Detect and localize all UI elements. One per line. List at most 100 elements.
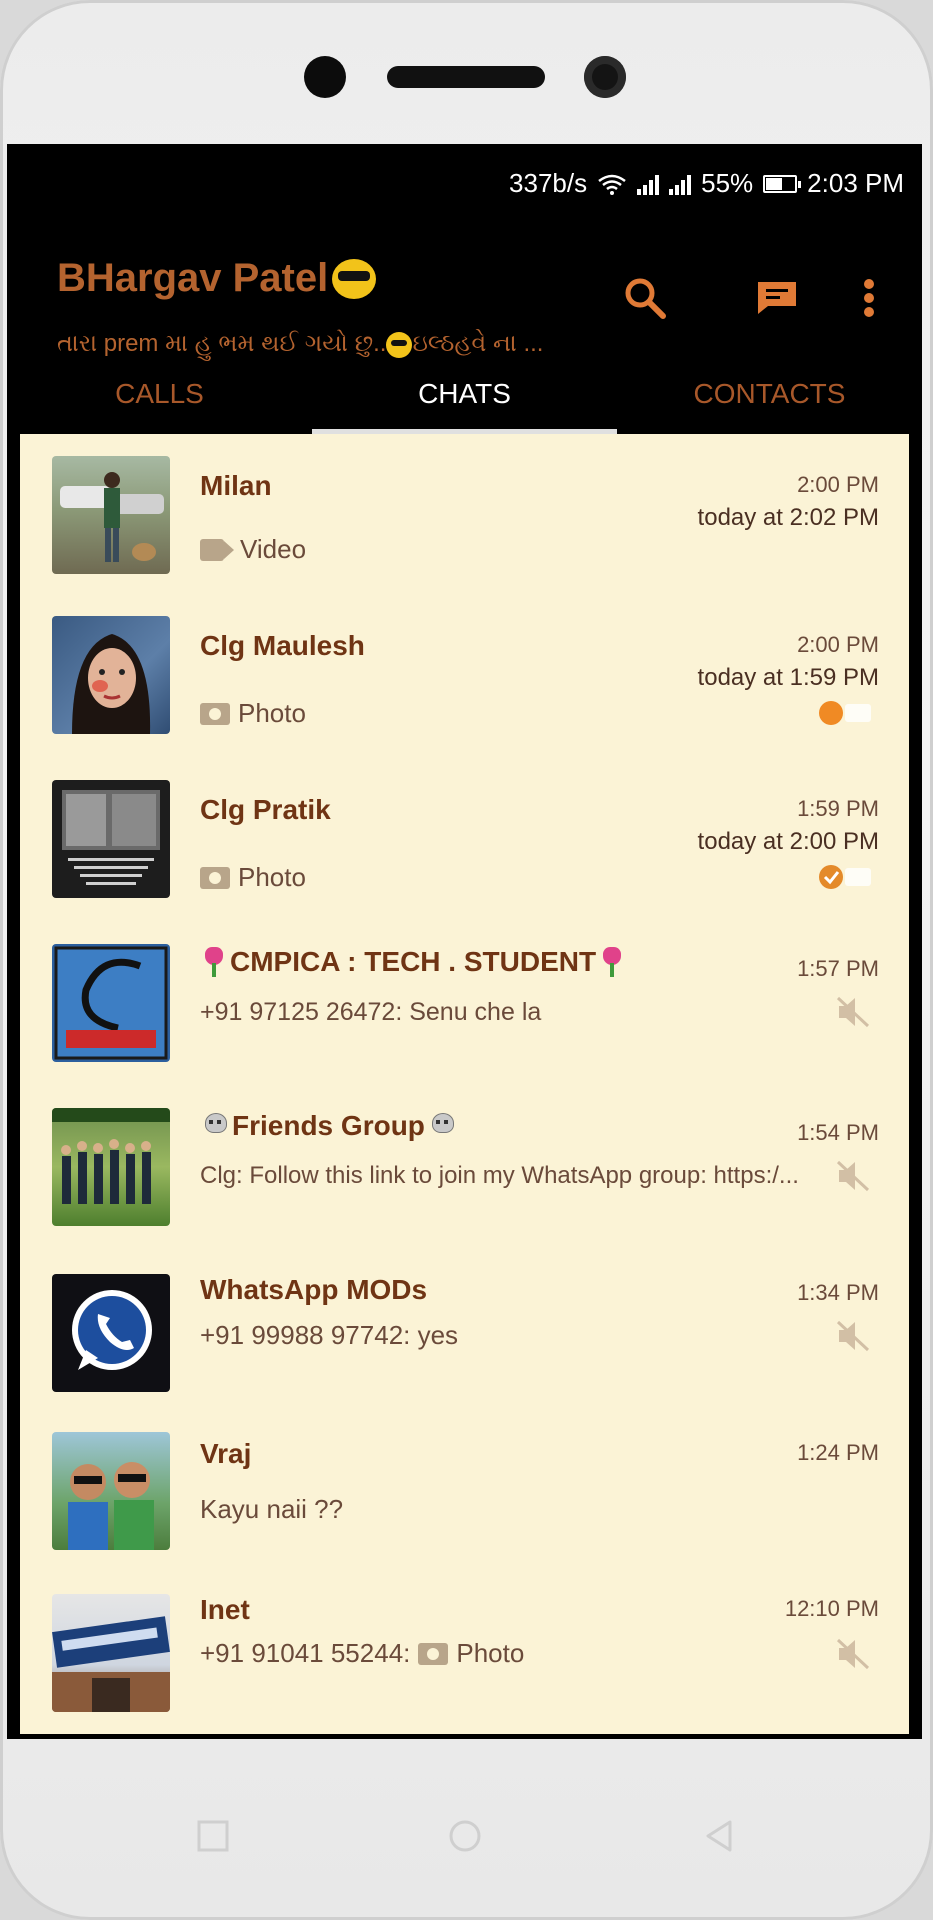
chat-preview: Photo — [200, 698, 306, 729]
wifi-icon — [598, 174, 626, 195]
preview-text: Photo — [238, 698, 306, 728]
avatar — [52, 456, 170, 574]
chat-name-text: CMPICA : TECH . STUDENT — [230, 946, 597, 977]
chat-time: 2:00 PM — [797, 632, 879, 657]
mute-icon — [836, 1638, 870, 1670]
chat-time: 1:57 PM — [797, 956, 879, 981]
mute-icon — [836, 1320, 870, 1352]
mute-icon — [836, 996, 870, 1028]
chat-name: Clg Pratik — [200, 794, 331, 825]
last-seen: today at 2:00 PM — [697, 828, 879, 855]
chat-name: Clg Maulesh — [200, 630, 365, 661]
chat-preview: Kayu naii ?? — [200, 1494, 344, 1524]
chat-name: CMPICA : TECH . STUDENT — [200, 946, 626, 978]
last-seen: today at 2:02 PM — [697, 504, 879, 531]
preview-text: Photo — [456, 1638, 525, 1668]
chat-preview: Clg: Follow this link to join my WhatsAp… — [200, 1162, 799, 1189]
camera-icon — [418, 1642, 449, 1665]
profile-title[interactable]: BHargav Patel — [57, 256, 377, 301]
chat-name-text: Friends Group — [232, 1110, 425, 1141]
chat-row-whatsapp-mods[interactable]: WhatsApp MODs 1:34 PM +91 99988 97742: y… — [20, 1252, 909, 1414]
mute-icon — [836, 1160, 870, 1192]
chat-row-clg-pratik[interactable]: Clg Pratik 1:59 PM today at 2:00 PM Phot… — [20, 758, 909, 920]
skull-icon — [427, 1112, 457, 1140]
chat-name: Inet — [200, 1594, 250, 1625]
avatar — [52, 1108, 170, 1226]
recents-button[interactable] — [188, 1811, 238, 1861]
screen: 337b/s 55% 2:03 PM BHargav Patel તારા pr… — [7, 144, 922, 1739]
earpiece — [387, 66, 545, 88]
avatar — [52, 616, 170, 734]
back-icon — [706, 1820, 732, 1852]
status-text: તારા prem મા હુ ભમ થઈ ગયો છુ.. — [57, 330, 387, 357]
chat-row-cmpica[interactable]: CMPICA : TECH . STUDENT 1:57 PM +91 9712… — [20, 922, 909, 1084]
preview-sender: +91 91041 55244: — [200, 1638, 411, 1668]
chat-preview: +91 97125 26472: Senu che la — [200, 998, 542, 1026]
chat-row-clg-maulesh[interactable]: Clg Maulesh 2:00 PM today at 1:59 PM Pho… — [20, 594, 909, 756]
recents-icon — [197, 1820, 229, 1852]
chat-name: WhatsApp MODs — [200, 1274, 428, 1305]
status-check-icon — [819, 865, 871, 889]
chat-preview: Video — [200, 534, 306, 565]
phone-frame: 337b/s 55% 2:03 PM BHargav Patel તારા pr… — [0, 0, 933, 1920]
home-button[interactable] — [440, 1811, 490, 1861]
chat-name: Vraj — [200, 1438, 252, 1469]
battery-percent: 55% — [701, 168, 754, 198]
more-vert-icon — [864, 279, 874, 317]
avatar — [52, 1594, 170, 1712]
signal-icon-2 — [669, 173, 692, 195]
last-seen: today at 1:59 PM — [697, 664, 879, 691]
navigation-bar — [0, 1739, 933, 1920]
tab-chats[interactable]: CHATS — [312, 354, 617, 434]
camera-icon — [200, 702, 230, 725]
profile-name: BHargav Patel — [57, 256, 329, 300]
chat-list: Milan 2:00 PM today at 2:02 PM Video Clg… — [20, 434, 909, 1734]
search-button[interactable] — [615, 268, 675, 328]
chat-preview: +91 99988 97742: yes — [200, 1320, 459, 1350]
chat-time: 1:24 PM — [797, 1440, 879, 1465]
chat-row-friends-group[interactable]: Friends Group 1:54 PM Clg: Follow this l… — [20, 1086, 909, 1248]
chat-row-inet[interactable]: Inet 12:10 PM +91 91041 55244: Photo — [20, 1572, 909, 1734]
avatar — [52, 944, 170, 1062]
status-text-tail: ઇલ્ઠહવે ના ... — [412, 330, 544, 357]
chat-preview: +91 91041 55244: Photo — [200, 1638, 524, 1669]
chat-preview: Photo — [200, 862, 306, 893]
home-icon — [449, 1820, 481, 1852]
chat-name: Friends Group — [200, 1110, 457, 1142]
more-options-button[interactable] — [839, 268, 899, 328]
skull-icon — [200, 1112, 230, 1140]
front-sensor — [304, 56, 346, 98]
camera-icon — [200, 866, 230, 889]
signal-icon-1 — [637, 173, 660, 195]
tab-bar: CALLS CHATS CONTACTS — [7, 354, 922, 434]
status-bar: 337b/s 55% 2:03 PM — [7, 144, 922, 224]
sunglasses-emoji-icon — [332, 258, 377, 299]
preview-text: Photo — [238, 862, 306, 892]
chat-time: 12:10 PM — [784, 1596, 879, 1621]
chat-row-milan[interactable]: Milan 2:00 PM today at 2:02 PM Video — [20, 434, 909, 596]
video-icon — [200, 538, 234, 561]
avatar — [52, 780, 170, 898]
chat-time: 2:00 PM — [797, 472, 879, 497]
chat-time: 1:34 PM — [797, 1280, 879, 1305]
chat-name: Milan — [200, 470, 272, 501]
avatar — [52, 1432, 170, 1550]
battery-icon — [763, 174, 802, 193]
chat-time: 1:59 PM — [797, 796, 879, 821]
tulip-icon — [598, 947, 626, 977]
chat-row-vraj[interactable]: Vraj 1:24 PM Kayu naii ?? — [20, 1410, 909, 1572]
tab-contacts[interactable]: CONTACTS — [617, 354, 922, 434]
message-icon — [758, 282, 796, 314]
avatar — [52, 1274, 170, 1392]
clock: 2:03 PM — [807, 168, 904, 198]
back-button[interactable] — [694, 1811, 744, 1861]
chat-time: 1:54 PM — [797, 1120, 879, 1145]
search-icon — [625, 278, 666, 319]
network-speed: 337b/s — [509, 168, 588, 198]
front-camera — [584, 56, 626, 98]
preview-text: Video — [240, 534, 307, 564]
status-dot-icon — [819, 701, 871, 725]
tab-calls[interactable]: CALLS — [7, 354, 312, 434]
new-chat-button[interactable] — [747, 268, 807, 328]
app-header: BHargav Patel તારા prem મા હુ ભમ થઈ ગયો … — [7, 224, 922, 358]
